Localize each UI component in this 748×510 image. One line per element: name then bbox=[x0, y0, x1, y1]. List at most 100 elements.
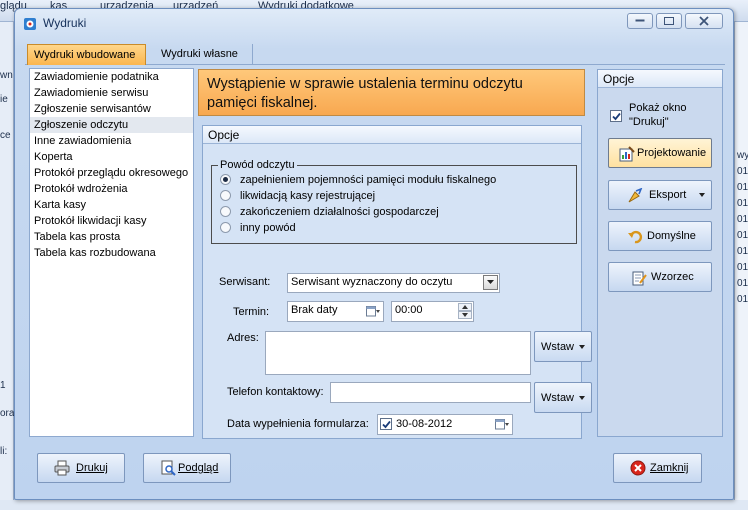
calendar-icon[interactable] bbox=[366, 305, 380, 317]
report-heading-line2: pamięci fiskalnej. bbox=[207, 95, 318, 111]
reason-group: Powód odczytu zapełnieniem pojemności pa… bbox=[211, 159, 577, 244]
calendar-icon[interactable] bbox=[495, 418, 509, 430]
radio-label: zakończeniem działalności gospodarczej bbox=[240, 206, 439, 218]
spin-up-button[interactable] bbox=[458, 303, 472, 311]
bg-left-text: ora bbox=[0, 408, 15, 419]
close-icon bbox=[699, 16, 709, 26]
fill-date-checkbox[interactable] bbox=[380, 418, 392, 430]
chevron-down-icon bbox=[487, 280, 494, 284]
adres-label: Adres: bbox=[227, 332, 259, 344]
report-list[interactable]: Zawiadomienie podatnika Zawiadomienie se… bbox=[29, 68, 194, 437]
radio-button[interactable] bbox=[220, 222, 231, 233]
export-button[interactable]: Eksport bbox=[608, 180, 712, 210]
telefon-insert-label: Wstaw bbox=[541, 392, 574, 404]
checkmark-icon bbox=[382, 420, 391, 429]
bg-right-text: 01 bbox=[737, 230, 748, 241]
defaults-button[interactable]: Domyślne bbox=[608, 221, 712, 251]
tab-builtin-reports[interactable]: Wydruki wbudowane bbox=[27, 44, 146, 65]
title-bar[interactable]: Wydruki bbox=[15, 9, 733, 37]
list-item[interactable]: Zawiadomienie podatnika bbox=[30, 69, 193, 85]
list-item-selected[interactable]: Zgłoszenie odczytu bbox=[30, 117, 193, 133]
design-button[interactable]: Projektowanie bbox=[608, 138, 712, 168]
radio-label: inny powód bbox=[240, 222, 296, 234]
preview-button-label: Podgląd bbox=[178, 462, 219, 474]
minimize-button[interactable] bbox=[627, 13, 653, 29]
termin-time-field[interactable]: 00:00 bbox=[391, 301, 474, 322]
radio-button-selected[interactable] bbox=[220, 174, 231, 185]
fill-date-label: Data wypełnienia formularza: bbox=[227, 418, 369, 430]
reason-group-title: Powód odczytu bbox=[218, 159, 297, 171]
list-item[interactable]: Protokół likwidacji kasy bbox=[30, 213, 193, 229]
close-button-label: Zamknij bbox=[650, 462, 689, 474]
list-item[interactable]: Karta kasy bbox=[30, 197, 193, 213]
serwisant-dropdown-button[interactable] bbox=[483, 275, 498, 290]
radio-label: zapełnieniem pojemności pamięci modułu f… bbox=[240, 174, 497, 186]
tab-custom-reports[interactable]: Wydruki własne bbox=[155, 44, 253, 65]
app-icon bbox=[24, 18, 36, 30]
maximize-button[interactable] bbox=[656, 13, 682, 29]
checkmark-icon bbox=[612, 112, 621, 121]
background-left-panel: wn ie ce 1 ora li: bbox=[0, 22, 14, 510]
close-window-button[interactable] bbox=[685, 13, 723, 29]
template-button[interactable]: Wzorzec bbox=[608, 262, 712, 292]
show-print-dialog-checkbox[interactable] bbox=[610, 110, 622, 122]
list-item[interactable]: Protokół przeglądu okresowego bbox=[30, 165, 193, 181]
design-icon bbox=[619, 146, 635, 162]
chevron-down-icon bbox=[579, 395, 585, 400]
termin-date-value: Brak daty bbox=[291, 304, 338, 316]
spin-down-icon bbox=[462, 313, 468, 317]
radio-button[interactable] bbox=[220, 206, 231, 217]
bg-right-text: 01 bbox=[737, 198, 748, 209]
template-icon bbox=[632, 271, 647, 286]
adres-input[interactable] bbox=[265, 331, 531, 375]
list-item[interactable]: Inne zawiadomienia bbox=[30, 133, 193, 149]
bg-right-text: 01 bbox=[737, 246, 748, 257]
bg-left-text: 1 bbox=[0, 380, 6, 391]
spin-down-button[interactable] bbox=[458, 311, 472, 319]
termin-date-field[interactable]: Brak daty bbox=[287, 301, 384, 322]
bg-right-text: wy bbox=[737, 150, 748, 161]
defaults-button-label: Domyślne bbox=[647, 230, 696, 242]
telefon-input[interactable] bbox=[330, 382, 531, 403]
preview-icon bbox=[161, 460, 176, 476]
fill-date-value: 30-08-2012 bbox=[396, 418, 453, 430]
undo-icon bbox=[628, 230, 643, 244]
radio-button[interactable] bbox=[220, 190, 231, 201]
print-dialog: Wydruki Wydruki wbudowane Wydruki własne… bbox=[14, 8, 734, 500]
serwisant-select[interactable]: Serwisant wyznaczony do oczytu bbox=[287, 273, 500, 293]
list-item[interactable]: Zgłoszenie serwisantów bbox=[30, 101, 193, 117]
window-title: Wydruki bbox=[43, 16, 87, 30]
printer-icon bbox=[54, 460, 70, 476]
serwisant-value: Serwisant wyznaczony do oczytu bbox=[291, 276, 453, 288]
adres-insert-label: Wstaw bbox=[541, 341, 574, 353]
template-button-label: Wzorzec bbox=[651, 271, 694, 283]
close-button[interactable]: Zamknij bbox=[613, 453, 702, 483]
bg-right-text: 01 bbox=[737, 278, 748, 289]
bg-right-text: 01 bbox=[737, 166, 748, 177]
bg-right-text: 01 bbox=[737, 214, 748, 225]
serwisant-label: Serwisant: bbox=[219, 276, 271, 288]
background-right-panel: wy 01 01 01 01 01 01 01 01 01 bbox=[734, 22, 748, 510]
preview-button[interactable]: Podgląd bbox=[143, 453, 231, 483]
telefon-insert-button[interactable]: Wstaw bbox=[534, 382, 592, 413]
list-item[interactable]: Tabela kas prosta bbox=[30, 229, 193, 245]
side-options-title: Opcje bbox=[598, 70, 722, 88]
bg-left-text: li: bbox=[0, 446, 8, 457]
list-item[interactable]: Protokół wdrożenia bbox=[30, 181, 193, 197]
print-button[interactable]: Drukuj bbox=[37, 453, 125, 483]
list-item[interactable]: Tabela kas rozbudowana bbox=[30, 245, 193, 261]
show-print-dialog-label-line1: Pokaż okno bbox=[629, 102, 687, 114]
list-item[interactable]: Koperta bbox=[30, 149, 193, 165]
bg-right-text: 01 bbox=[737, 294, 748, 305]
side-options-panel: Opcje Pokaż okno "Drukuj" Projektowanie … bbox=[597, 69, 723, 437]
minimize-icon bbox=[635, 19, 645, 22]
fill-date-field[interactable]: 30-08-2012 bbox=[377, 414, 513, 435]
list-item[interactable]: Zawiadomienie serwisu bbox=[30, 85, 193, 101]
report-heading-line1: Wystąpienie w sprawie ustalenia terminu … bbox=[207, 76, 523, 92]
bg-right-text: 01 bbox=[737, 262, 748, 273]
export-button-label: Eksport bbox=[649, 189, 687, 201]
spin-up-icon bbox=[462, 305, 468, 309]
time-spinner[interactable] bbox=[458, 303, 472, 320]
termin-time-value: 00:00 bbox=[395, 304, 423, 316]
adres-insert-button[interactable]: Wstaw bbox=[534, 331, 592, 362]
